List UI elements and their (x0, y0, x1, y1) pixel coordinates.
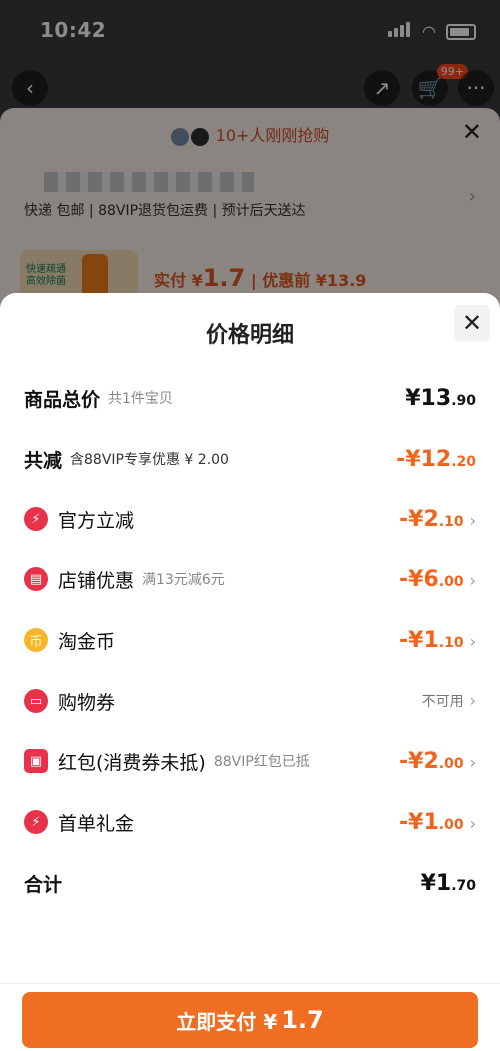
chevron-right-icon: › (469, 570, 476, 590)
value-decimal: .70 (451, 877, 476, 894)
footer: 立即支付 ¥1.7 (0, 983, 500, 1051)
row-sub: 含88VIP专享优惠 ¥ 2.00 (70, 452, 229, 468)
row-label: 淘金币 (58, 630, 116, 653)
row-value: -¥1.00 › (399, 810, 476, 835)
value-decimal: .10 (438, 634, 464, 651)
row-value: -¥6.00 › (399, 567, 476, 592)
row-taojinbi[interactable]: 币 淘金币 -¥1.10 › (24, 620, 476, 660)
pay-button-amount: 1.7 (281, 1006, 324, 1034)
row-shopping-coupon[interactable]: ▭ 购物券 不可用 › (24, 681, 476, 721)
row-sub: 满13元减6元 (142, 572, 225, 588)
row-value: 不可用 › (422, 691, 476, 711)
lightning-icon: ⚡ (24, 507, 48, 531)
pay-button-label: 立即支付 ¥ (176, 1009, 278, 1034)
row-red-packet[interactable]: ▣ 红包(消费券未抵) 88VIP红包已抵 -¥2.00 › (24, 741, 476, 781)
row-shop-discount[interactable]: ▤ 店铺优惠 满13元减6元 -¥6.00 › (24, 559, 476, 599)
row-value: ¥13.90 (405, 386, 476, 411)
red-packet-icon: ▣ (24, 749, 48, 773)
coin-icon: 币 (24, 628, 48, 652)
row-label: 红包(消费券未抵) (58, 751, 206, 774)
row-value: ¥1.70 (421, 871, 476, 896)
row-label: 合计 (24, 873, 63, 896)
row-sub: 88VIP红包已抵 (213, 754, 310, 770)
close-icon: ✕ (461, 309, 483, 337)
value-main: -¥2 (399, 748, 439, 774)
row-total-discount: 共减 含88VIP专享优惠 ¥ 2.00 -¥12.20 (24, 439, 476, 479)
value-main: ¥1 (420, 870, 452, 896)
shop-icon: ▤ (24, 567, 48, 591)
row-value: -¥2.10 › (399, 507, 476, 532)
value-unavailable: 不可用 (421, 694, 464, 710)
sheet-title: 价格明细 (205, 323, 294, 348)
chevron-right-icon: › (469, 691, 476, 710)
coupon-icon: ▭ (24, 689, 48, 713)
row-sub: 共1件宝贝 (108, 391, 173, 407)
value-main: -¥1 (399, 627, 439, 653)
row-subtotal: 商品总价 共1件宝贝 ¥13.90 (24, 378, 476, 418)
row-first-order-gift[interactable]: ⚡ 首单礼金 -¥1.00 › (24, 802, 476, 842)
value-decimal: .00 (438, 755, 464, 772)
row-label: 购物券 (58, 691, 116, 714)
row-label: 官方立减 (58, 509, 135, 532)
value-decimal: .20 (451, 453, 476, 470)
value-decimal: .00 (438, 816, 464, 833)
value-main: -¥6 (399, 566, 439, 592)
chevron-right-icon: › (469, 631, 476, 651)
value-main: -¥2 (399, 506, 439, 532)
value-decimal: .00 (438, 573, 464, 590)
row-label: 商品总价 (24, 388, 101, 411)
value-main: -¥12 (396, 446, 452, 472)
row-label: 首单礼金 (58, 812, 135, 835)
close-button[interactable]: ✕ (454, 305, 490, 341)
value-main: -¥1 (399, 809, 439, 835)
row-value: -¥1.10 › (399, 628, 476, 653)
price-detail-sheet: 价格明细 ✕ 商品总价 共1件宝贝 ¥13.90 共减 含88VIP专享优惠 ¥… (0, 293, 500, 1050)
row-official-discount[interactable]: ⚡ 官方立减 -¥2.10 › (24, 499, 476, 539)
chevron-right-icon: › (469, 752, 476, 772)
row-label: 共减 (24, 449, 63, 472)
chevron-right-icon: › (469, 813, 476, 833)
value-decimal: .10 (438, 513, 464, 530)
value-decimal: .90 (451, 392, 476, 409)
value-main: ¥13 (405, 385, 452, 411)
row-label: 店铺优惠 (58, 569, 135, 592)
chevron-right-icon: › (469, 510, 476, 530)
row-total: 合计 ¥1.70 (24, 863, 476, 903)
lightning-icon: ⚡ (24, 810, 48, 834)
pay-now-button[interactable]: 立即支付 ¥1.7 (22, 992, 478, 1048)
row-value: -¥12.20 (396, 447, 476, 472)
row-value: -¥2.00 › (399, 749, 476, 774)
